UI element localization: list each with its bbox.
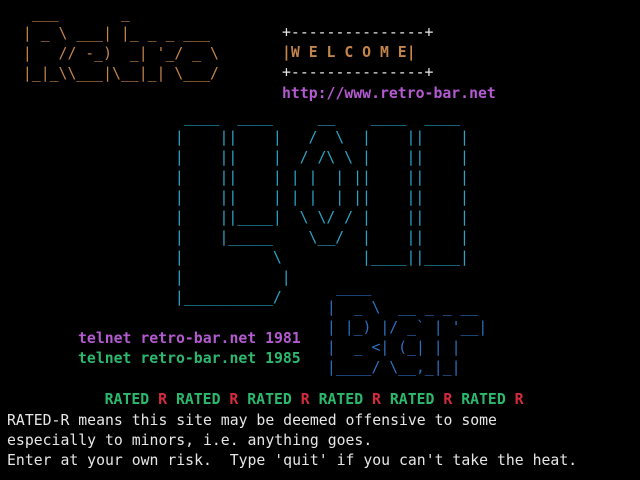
terminal-window[interactable]: ___ _ | _ \ ___| |_ _ _ ___ | // -_) _| … (0, 0, 640, 480)
retro-logo-line-2: | _ \ ___| |_ _ _ ___ (14, 25, 210, 42)
rated-r-banner: RATED R RATED R RATED R RATED R RATED R … (69, 370, 524, 408)
welcome-box-top: +---------------+ (282, 24, 434, 41)
rated-letter: R (372, 391, 381, 409)
rated-letter: R (514, 391, 524, 409)
lol-art-line-4: | || | | | | || || | (166, 169, 469, 186)
retro-logo-line-1: ___ _ (14, 5, 130, 22)
bar-art-line-1: ____ (318, 279, 372, 296)
lol-art-line-5: | || | | | | || || | (166, 189, 469, 206)
site-url: http://www.retro-bar.net (282, 85, 496, 102)
lol-art-line-9: | | (166, 269, 291, 286)
rated-letter: R (300, 391, 310, 409)
rated-word: RATED (175, 391, 221, 409)
rated-letter: R (443, 391, 453, 409)
lol-art-line-8: | \ |____||____| (166, 249, 469, 266)
bar-art-line-4: | _ <| (_| | | (318, 339, 461, 356)
bar-art-line-2: | _ \ __ _ _ __ (318, 299, 479, 316)
rated-word: RATED (247, 391, 292, 409)
rated-letter: R (158, 391, 168, 409)
retro-logo-line-4: |_|_\\___|\__|_| \___/ (14, 65, 219, 82)
lol-art-line-6: | ||____| \ \/ / | || | (166, 209, 469, 226)
notice-line-3: Enter at your own risk. Type 'quit' if y… (7, 452, 578, 469)
lol-art-line-7: | |_____ \__/ | || | (166, 229, 469, 246)
notice-line-1: RATED-R means this site may be deemed of… (7, 412, 497, 429)
bar-art-line-3: | |_) |/ _` | '__| (318, 319, 488, 336)
telnet-1985-line: telnet retro-bar.net 1985 (78, 350, 301, 367)
retro-logo-line-3: | // -_) _| '_/ _ \ (14, 45, 219, 62)
telnet-1981-line: telnet retro-bar.net 1981 (78, 330, 301, 347)
rated-word: RATED (461, 391, 506, 409)
rated-word: RATED (104, 391, 150, 409)
lol-art-line-1: ____ ____ __ ____ ____ (166, 109, 460, 126)
lol-art-line-3: | || | / /\ \ | || | (166, 149, 469, 166)
rated-word: RATED (318, 391, 364, 409)
welcome-box-bottom: +---------------+ (282, 64, 434, 81)
rated-letter: R (229, 391, 239, 409)
lol-art-line-10: |__________/ (166, 289, 282, 306)
welcome-text: |W E L C O M E| (282, 44, 416, 61)
lol-art-line-2: | || | / \ | || | (166, 129, 469, 146)
rated-word: RATED (389, 391, 435, 409)
notice-line-2: especially to minors, i.e. anything goes… (7, 432, 373, 449)
